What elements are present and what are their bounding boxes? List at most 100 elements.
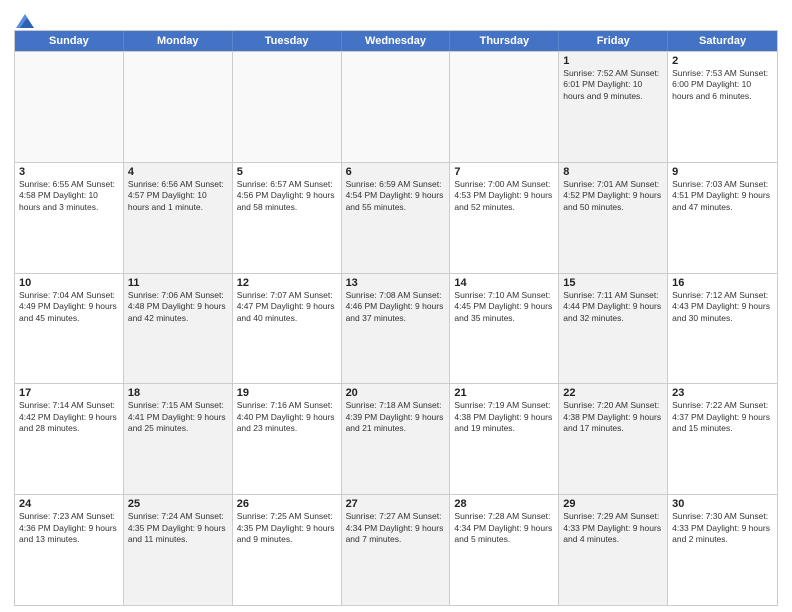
day-info: Sunrise: 7:04 AM Sunset: 4:49 PM Dayligh…: [19, 290, 119, 324]
day-number: 8: [563, 166, 663, 178]
day-info: Sunrise: 7:53 AM Sunset: 6:00 PM Dayligh…: [672, 68, 773, 102]
day-cell-1: 1Sunrise: 7:52 AM Sunset: 6:01 PM Daylig…: [559, 52, 668, 162]
day-cell-21: 21Sunrise: 7:19 AM Sunset: 4:38 PM Dayli…: [450, 384, 559, 494]
day-number: 16: [672, 277, 773, 289]
week-row-3: 10Sunrise: 7:04 AM Sunset: 4:49 PM Dayli…: [15, 273, 777, 384]
day-cell-12: 12Sunrise: 7:07 AM Sunset: 4:47 PM Dayli…: [233, 274, 342, 384]
logo: [14, 14, 34, 28]
day-number: 12: [237, 277, 337, 289]
day-info: Sunrise: 7:16 AM Sunset: 4:40 PM Dayligh…: [237, 400, 337, 434]
day-cell-7: 7Sunrise: 7:00 AM Sunset: 4:53 PM Daylig…: [450, 163, 559, 273]
day-info: Sunrise: 7:15 AM Sunset: 4:41 PM Dayligh…: [128, 400, 228, 434]
day-number: 7: [454, 166, 554, 178]
day-cell-18: 18Sunrise: 7:15 AM Sunset: 4:41 PM Dayli…: [124, 384, 233, 494]
day-info: Sunrise: 7:29 AM Sunset: 4:33 PM Dayligh…: [563, 511, 663, 545]
day-number: 14: [454, 277, 554, 289]
day-cell-22: 22Sunrise: 7:20 AM Sunset: 4:38 PM Dayli…: [559, 384, 668, 494]
day-info: Sunrise: 7:28 AM Sunset: 4:34 PM Dayligh…: [454, 511, 554, 545]
day-info: Sunrise: 7:18 AM Sunset: 4:39 PM Dayligh…: [346, 400, 446, 434]
day-number: 5: [237, 166, 337, 178]
day-cell-25: 25Sunrise: 7:24 AM Sunset: 4:35 PM Dayli…: [124, 495, 233, 605]
day-info: Sunrise: 7:27 AM Sunset: 4:34 PM Dayligh…: [346, 511, 446, 545]
day-number: 4: [128, 166, 228, 178]
calendar-body: 1Sunrise: 7:52 AM Sunset: 6:01 PM Daylig…: [15, 51, 777, 605]
day-info: Sunrise: 7:01 AM Sunset: 4:52 PM Dayligh…: [563, 179, 663, 213]
day-cell-16: 16Sunrise: 7:12 AM Sunset: 4:43 PM Dayli…: [668, 274, 777, 384]
day-number: 3: [19, 166, 119, 178]
empty-cell: [15, 52, 124, 162]
weekday-header-tuesday: Tuesday: [233, 31, 342, 51]
day-info: Sunrise: 7:52 AM Sunset: 6:01 PM Dayligh…: [563, 68, 663, 102]
calendar: SundayMondayTuesdayWednesdayThursdayFrid…: [14, 30, 778, 606]
day-info: Sunrise: 7:10 AM Sunset: 4:45 PM Dayligh…: [454, 290, 554, 324]
day-info: Sunrise: 7:24 AM Sunset: 4:35 PM Dayligh…: [128, 511, 228, 545]
day-cell-4: 4Sunrise: 6:56 AM Sunset: 4:57 PM Daylig…: [124, 163, 233, 273]
weekday-header-sunday: Sunday: [15, 31, 124, 51]
header-row: [14, 10, 778, 28]
day-cell-14: 14Sunrise: 7:10 AM Sunset: 4:45 PM Dayli…: [450, 274, 559, 384]
day-cell-29: 29Sunrise: 7:29 AM Sunset: 4:33 PM Dayli…: [559, 495, 668, 605]
day-info: Sunrise: 7:23 AM Sunset: 4:36 PM Dayligh…: [19, 511, 119, 545]
day-info: Sunrise: 7:00 AM Sunset: 4:53 PM Dayligh…: [454, 179, 554, 213]
day-info: Sunrise: 6:55 AM Sunset: 4:58 PM Dayligh…: [19, 179, 119, 213]
day-info: Sunrise: 6:56 AM Sunset: 4:57 PM Dayligh…: [128, 179, 228, 213]
day-cell-23: 23Sunrise: 7:22 AM Sunset: 4:37 PM Dayli…: [668, 384, 777, 494]
day-cell-30: 30Sunrise: 7:30 AM Sunset: 4:33 PM Dayli…: [668, 495, 777, 605]
day-number: 22: [563, 387, 663, 399]
weekday-header-friday: Friday: [559, 31, 668, 51]
day-number: 9: [672, 166, 773, 178]
week-row-2: 3Sunrise: 6:55 AM Sunset: 4:58 PM Daylig…: [15, 162, 777, 273]
day-cell-2: 2Sunrise: 7:53 AM Sunset: 6:00 PM Daylig…: [668, 52, 777, 162]
day-number: 13: [346, 277, 446, 289]
day-info: Sunrise: 7:03 AM Sunset: 4:51 PM Dayligh…: [672, 179, 773, 213]
weekday-header-wednesday: Wednesday: [342, 31, 451, 51]
day-info: Sunrise: 6:59 AM Sunset: 4:54 PM Dayligh…: [346, 179, 446, 213]
day-number: 19: [237, 387, 337, 399]
day-number: 23: [672, 387, 773, 399]
week-row-1: 1Sunrise: 7:52 AM Sunset: 6:01 PM Daylig…: [15, 51, 777, 162]
day-cell-26: 26Sunrise: 7:25 AM Sunset: 4:35 PM Dayli…: [233, 495, 342, 605]
weekday-header-monday: Monday: [124, 31, 233, 51]
day-cell-3: 3Sunrise: 6:55 AM Sunset: 4:58 PM Daylig…: [15, 163, 124, 273]
day-cell-5: 5Sunrise: 6:57 AM Sunset: 4:56 PM Daylig…: [233, 163, 342, 273]
empty-cell: [342, 52, 451, 162]
day-number: 21: [454, 387, 554, 399]
day-number: 29: [563, 498, 663, 510]
day-info: Sunrise: 7:12 AM Sunset: 4:43 PM Dayligh…: [672, 290, 773, 324]
empty-cell: [124, 52, 233, 162]
day-info: Sunrise: 7:25 AM Sunset: 4:35 PM Dayligh…: [237, 511, 337, 545]
empty-cell: [450, 52, 559, 162]
day-number: 25: [128, 498, 228, 510]
weekday-header-saturday: Saturday: [668, 31, 777, 51]
day-number: 26: [237, 498, 337, 510]
day-cell-28: 28Sunrise: 7:28 AM Sunset: 4:34 PM Dayli…: [450, 495, 559, 605]
day-number: 24: [19, 498, 119, 510]
empty-cell: [233, 52, 342, 162]
logo-icon: [16, 14, 34, 28]
day-info: Sunrise: 7:06 AM Sunset: 4:48 PM Dayligh…: [128, 290, 228, 324]
title-block: [34, 10, 778, 12]
day-cell-6: 6Sunrise: 6:59 AM Sunset: 4:54 PM Daylig…: [342, 163, 451, 273]
day-number: 17: [19, 387, 119, 399]
day-info: Sunrise: 7:11 AM Sunset: 4:44 PM Dayligh…: [563, 290, 663, 324]
day-info: Sunrise: 7:14 AM Sunset: 4:42 PM Dayligh…: [19, 400, 119, 434]
day-info: Sunrise: 6:57 AM Sunset: 4:56 PM Dayligh…: [237, 179, 337, 213]
day-number: 15: [563, 277, 663, 289]
day-number: 2: [672, 55, 773, 67]
day-number: 18: [128, 387, 228, 399]
day-cell-19: 19Sunrise: 7:16 AM Sunset: 4:40 PM Dayli…: [233, 384, 342, 494]
day-number: 6: [346, 166, 446, 178]
calendar-header: SundayMondayTuesdayWednesdayThursdayFrid…: [15, 31, 777, 51]
day-info: Sunrise: 7:07 AM Sunset: 4:47 PM Dayligh…: [237, 290, 337, 324]
page: SundayMondayTuesdayWednesdayThursdayFrid…: [0, 0, 792, 612]
day-info: Sunrise: 7:20 AM Sunset: 4:38 PM Dayligh…: [563, 400, 663, 434]
week-row-4: 17Sunrise: 7:14 AM Sunset: 4:42 PM Dayli…: [15, 383, 777, 494]
day-number: 20: [346, 387, 446, 399]
day-cell-24: 24Sunrise: 7:23 AM Sunset: 4:36 PM Dayli…: [15, 495, 124, 605]
day-cell-20: 20Sunrise: 7:18 AM Sunset: 4:39 PM Dayli…: [342, 384, 451, 494]
day-cell-27: 27Sunrise: 7:27 AM Sunset: 4:34 PM Dayli…: [342, 495, 451, 605]
day-cell-13: 13Sunrise: 7:08 AM Sunset: 4:46 PM Dayli…: [342, 274, 451, 384]
day-info: Sunrise: 7:30 AM Sunset: 4:33 PM Dayligh…: [672, 511, 773, 545]
day-info: Sunrise: 7:19 AM Sunset: 4:38 PM Dayligh…: [454, 400, 554, 434]
day-number: 11: [128, 277, 228, 289]
